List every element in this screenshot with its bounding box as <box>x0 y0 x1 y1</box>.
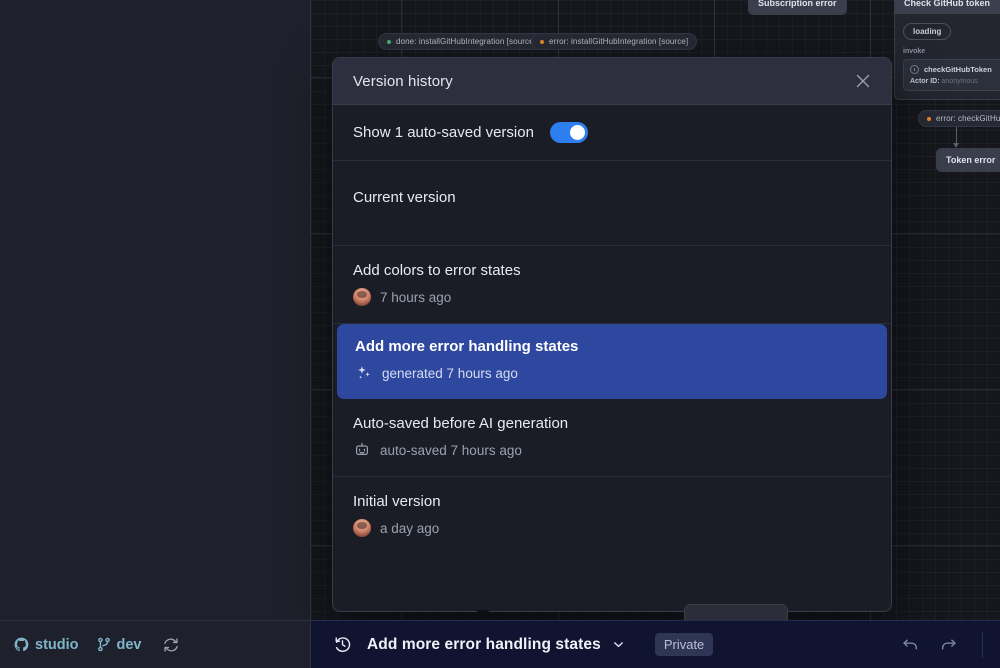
toggle-knob <box>569 125 585 140</box>
undo-icon[interactable] <box>896 631 924 659</box>
actor-id-label: Actor ID: <box>910 78 940 85</box>
invoke-section-label: invoke <box>903 48 926 55</box>
background-pill <box>684 604 788 620</box>
version-meta: auto-saved 7 hours ago <box>353 441 871 459</box>
version-title: Add more error handling states <box>355 338 579 355</box>
toolbar-divider <box>982 631 983 658</box>
state-node-subscription-error[interactable]: Subscription error <box>748 0 847 15</box>
version-title: Auto-saved before AI generation <box>353 415 569 432</box>
history-icon[interactable] <box>331 634 353 656</box>
show-autosaved-toggle[interactable] <box>549 122 588 143</box>
version-history-dialog: Version history Show 1 auto-saved versio… <box>332 57 892 612</box>
bottom-bar-right: Add more error handling states Private <box>311 620 1000 668</box>
branch-button[interactable]: dev <box>97 637 142 653</box>
undo-redo-group <box>896 631 983 659</box>
actor-id-value: anonymous <box>941 78 978 85</box>
status-dot-error-icon <box>540 39 544 44</box>
chevron-down-icon <box>612 638 625 651</box>
version-timestamp: auto-saved 7 hours ago <box>380 442 522 458</box>
version-item-initial[interactable]: Initial version a day ago <box>333 477 891 554</box>
status-dot-done-icon <box>387 39 391 44</box>
left-pane <box>0 0 311 620</box>
document-title-button[interactable]: Add more error handling states <box>367 636 625 654</box>
invoke-box[interactable]: checkGitHubToken Actor ID: anonymous <box>903 59 1000 91</box>
dialog-title: Version history <box>353 72 453 90</box>
invoke-row: checkGitHubToken <box>910 65 1000 74</box>
version-timestamp: 7 hours ago <box>380 289 452 305</box>
dialog-body: Show 1 auto-saved version Current versio… <box>333 105 891 554</box>
repo-label: studio <box>35 636 79 653</box>
user-avatar <box>353 519 371 537</box>
refresh-icon[interactable] <box>160 634 182 656</box>
state-node-check-github-token[interactable]: Check GitHub token loading invoke checkG… <box>894 0 1000 100</box>
version-timestamp: a day ago <box>380 520 440 536</box>
document-title: Add more error handling states <box>367 635 601 653</box>
clock-icon <box>910 65 919 74</box>
bottom-bar: studio dev Add more error handling state… <box>0 620 1000 668</box>
version-title: Initial version <box>353 493 441 510</box>
flow-edge-line <box>956 128 957 144</box>
show-autosaved-row: Show 1 auto-saved version <box>333 105 891 161</box>
version-title: Current version <box>353 189 456 206</box>
robot-icon <box>353 441 371 459</box>
bottom-bar-left: studio dev <box>0 620 311 668</box>
state-node-title: Token error <box>937 149 1000 171</box>
version-title: Add colors to error states <box>353 262 521 279</box>
version-item-current[interactable]: Current version <box>333 161 891 246</box>
state-node-token-error[interactable]: Token error <box>936 148 1000 172</box>
state-node-title: Check GitHub token <box>895 0 1000 14</box>
actor-id-row: Actor ID: anonymous <box>910 78 1000 85</box>
show-autosaved-label: Show 1 auto-saved version <box>353 124 534 141</box>
version-meta: 7 hours ago <box>353 288 871 306</box>
state-chip-loading: loading <box>903 23 952 40</box>
status-dot-error-icon <box>927 116 931 121</box>
invoke-actor-name: checkGitHubToken <box>924 65 992 74</box>
state-node-title: Subscription error <box>749 0 846 14</box>
user-avatar <box>353 288 371 306</box>
version-meta: generated 7 hours ago <box>355 364 871 382</box>
edge-label-text: error: installGitHubIntegration [source] <box>549 37 689 46</box>
version-item-add-colors[interactable]: Add colors to error states 7 hours ago <box>333 246 891 324</box>
app-root: done: installGitHubIntegration [source] … <box>0 0 1000 668</box>
version-item-autosaved[interactable]: Auto-saved before AI generation auto-sav… <box>333 399 891 477</box>
branch-icon <box>97 637 111 652</box>
version-timestamp: generated 7 hours ago <box>382 365 518 381</box>
edge-label-error[interactable]: error: installGitHubIntegration [source] <box>531 33 698 50</box>
edge-label-text: error: checkGitHubToken <box>936 114 1000 123</box>
version-item-add-more-error-handling[interactable]: Add more error handling states generated… <box>337 324 887 399</box>
branch-label: dev <box>116 636 142 653</box>
state-node-body: loading invoke checkGitHubToken Actor ID… <box>895 14 1000 99</box>
visibility-badge[interactable]: Private <box>654 633 714 656</box>
version-meta: a day ago <box>353 519 871 537</box>
edge-label-checkgithubtoken-error[interactable]: error: checkGitHubToken <box>918 110 1000 127</box>
close-icon[interactable] <box>849 67 877 95</box>
github-icon <box>14 637 29 652</box>
sparkles-icon <box>355 364 373 382</box>
edge-label-done[interactable]: done: installGitHubIntegration [source] <box>378 33 545 50</box>
repo-button[interactable]: studio <box>14 637 79 653</box>
redo-icon[interactable] <box>934 631 962 659</box>
dialog-pointer-arrow-icon <box>476 610 490 618</box>
dialog-header: Version history <box>333 58 891 105</box>
edge-label-text: done: installGitHubIntegration [source] <box>396 37 536 46</box>
